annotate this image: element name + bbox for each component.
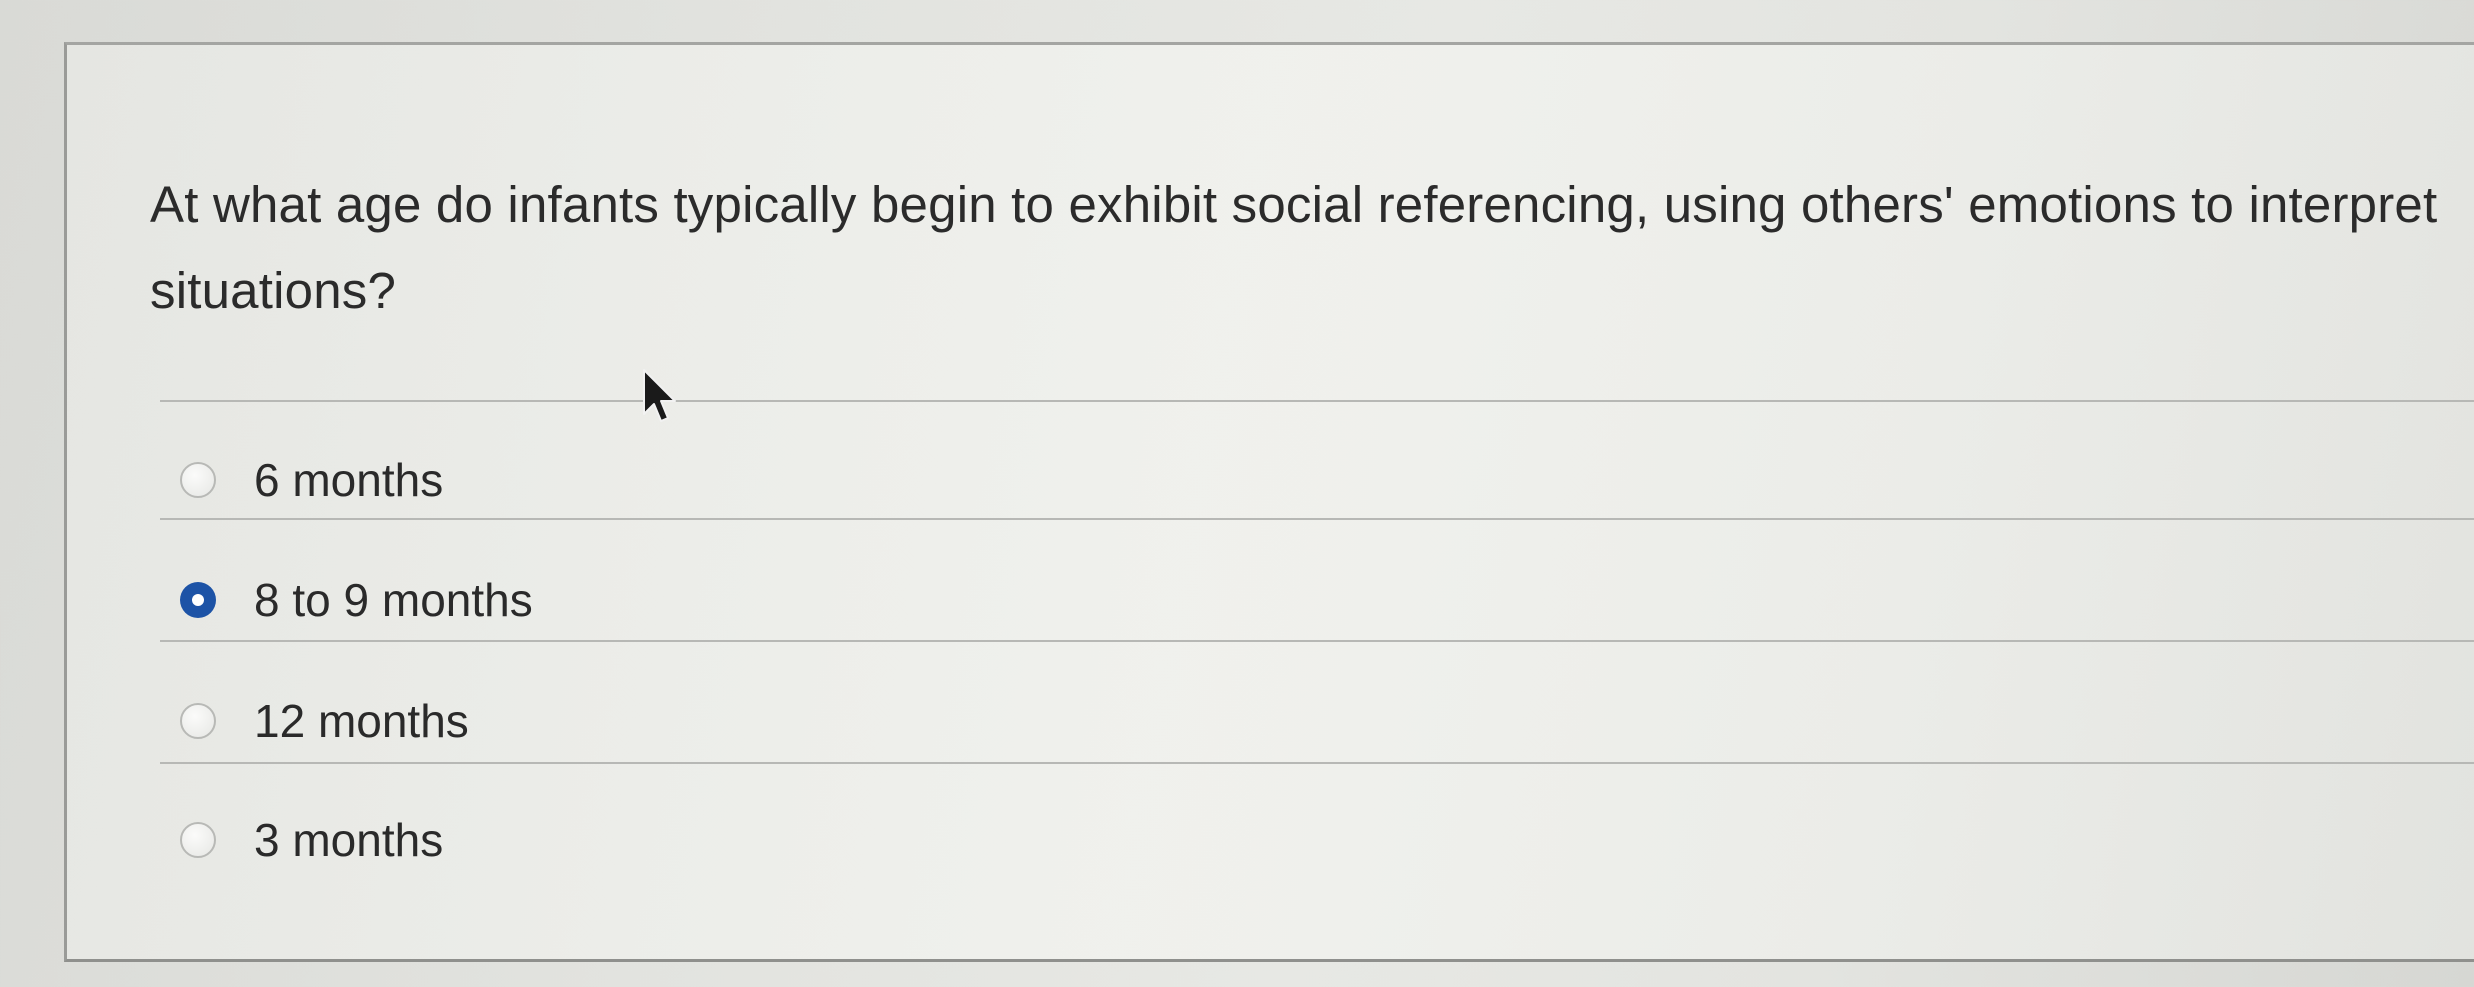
- answer-option-12-months[interactable]: 12 months: [180, 686, 469, 756]
- answer-option-8-to-9-months[interactable]: 8 to 9 months: [180, 565, 533, 635]
- radio-button[interactable]: [180, 822, 216, 858]
- radio-button-selected[interactable]: [180, 582, 216, 618]
- answer-option-6-months[interactable]: 6 months: [180, 445, 443, 515]
- option-divider: [160, 640, 2474, 642]
- answer-option-3-months[interactable]: 3 months: [180, 805, 443, 875]
- option-divider: [160, 518, 2474, 520]
- question-divider: [160, 400, 2474, 402]
- option-divider: [160, 762, 2474, 764]
- radio-button[interactable]: [180, 703, 216, 739]
- radio-button[interactable]: [180, 462, 216, 498]
- option-label: 6 months: [254, 454, 444, 506]
- option-label: 12 months: [254, 695, 469, 747]
- mouse-pointer-icon: [643, 369, 676, 422]
- radio-dot-icon: [192, 594, 204, 606]
- option-label: 8 to 9 months: [254, 574, 533, 626]
- question-text: At what age do infants typically begin t…: [150, 176, 2438, 319]
- option-label: 3 months: [254, 814, 444, 866]
